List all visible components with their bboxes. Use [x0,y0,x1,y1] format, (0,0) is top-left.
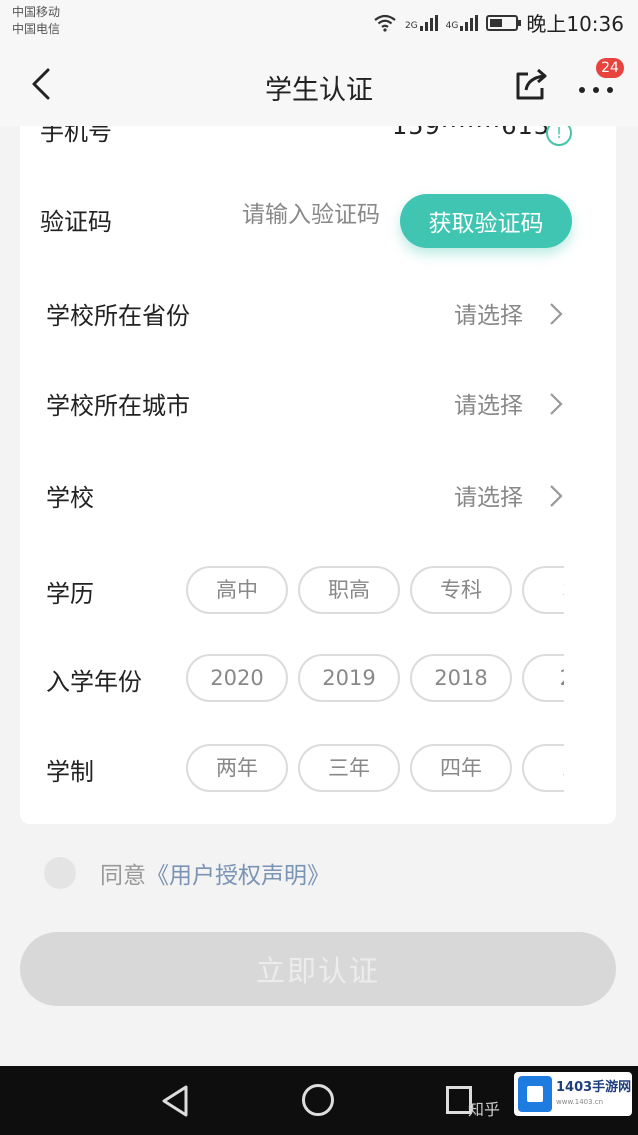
school-label: 学校 [46,484,94,512]
notification-badge: 24 [596,58,624,78]
city-label: 学校所在城市 [46,392,190,420]
education-options: 高中 职高 专科 本 [186,566,564,616]
status-icons: 2G 4G 晚上10:36 [373,8,624,37]
duration-option[interactable]: 五 [522,744,564,792]
network-2-label: 4G [445,20,459,31]
school-select-row[interactable]: 学校 请选择 [20,464,616,524]
watermark-url: www.1403.cn [556,1098,604,1106]
system-back-icon[interactable] [160,1084,192,1118]
school-value: 请选择 [454,485,523,511]
duration-options: 两年 三年 四年 五 [186,744,564,794]
clock: 晚上10:36 [526,12,624,36]
get-code-button[interactable]: 获取验证码 [400,194,572,248]
phone-label: 手机号 [40,126,112,146]
duration-option[interactable]: 两年 [186,744,288,792]
agreement-radio[interactable] [44,857,76,889]
phone-value: 159·······613 [392,126,551,140]
enroll-year-option[interactable]: 20 [522,654,564,702]
nav-bar: 学生认证 [0,44,638,126]
site-watermark: 1403手游网 www.1403.cn [514,1072,632,1116]
duration-option[interactable]: 四年 [410,744,512,792]
signal-1-icon: 2G [404,14,438,31]
city-value: 请选择 [454,393,523,419]
verify-code-label: 验证码 [40,208,112,236]
system-home-icon[interactable] [302,1084,334,1116]
carrier-1: 中国移动 [12,5,61,19]
submit-button[interactable]: 立即认证 [20,932,616,1006]
enroll-year-label: 入学年份 [46,668,142,696]
watermark-brand: 1403手游网 [556,1080,632,1095]
signal-2-icon: 4G [445,14,479,31]
chevron-right-icon [550,485,563,507]
carrier-labels: 中国移动 中国电信 [12,4,60,38]
education-option[interactable]: 职高 [298,566,400,614]
form-card: 手机号 159·······613 ! 验证码 获取验证码 学校所在省份 请选择… [20,126,616,824]
wifi-icon [374,14,396,32]
agreement-row: 同意 《用户授权声明》 [44,856,330,890]
province-select-row[interactable]: 学校所在省份 请选择 [20,282,616,342]
enroll-year-option[interactable]: 2020 [186,654,288,702]
province-value: 请选择 [454,303,523,329]
duration-label: 学制 [46,758,94,786]
agreement-prefix: 同意 [100,863,146,889]
duration-option[interactable]: 三年 [298,744,400,792]
battery-icon [486,14,522,31]
share-icon[interactable] [512,66,550,104]
education-label: 学历 [46,580,94,608]
education-option[interactable]: 高中 [186,566,288,614]
network-1-label: 2G [404,20,418,31]
enroll-year-options: 2020 2019 2018 20 [186,654,564,704]
chevron-right-icon [550,303,563,325]
education-option[interactable]: 专科 [410,566,512,614]
agreement-link[interactable]: 《用户授权声明》 [146,856,330,890]
education-option[interactable]: 本 [522,566,564,614]
province-label: 学校所在省份 [46,302,190,330]
city-select-row[interactable]: 学校所在城市 请选择 [20,372,616,432]
status-bar: 中国移动 中国电信 2G 4G 晚上10:36 [0,0,638,44]
verify-code-input[interactable] [220,202,380,228]
enroll-year-option[interactable]: 2018 [410,654,512,702]
enroll-year-option[interactable]: 2019 [298,654,400,702]
carrier-2: 中国电信 [12,22,61,36]
chevron-right-icon [550,393,563,415]
zhihu-watermark: 知乎 [468,1100,501,1119]
cube-logo-icon [518,1076,552,1112]
info-icon[interactable]: ! [546,126,572,146]
